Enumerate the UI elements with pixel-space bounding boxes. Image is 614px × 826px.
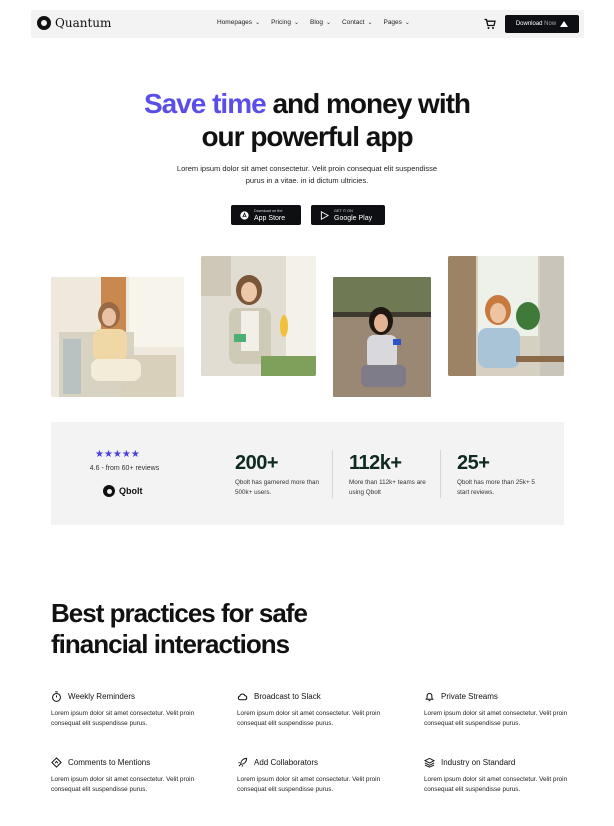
photo-woman-kitchen xyxy=(201,256,316,376)
google-play-button[interactable]: GET IT ON Google Play xyxy=(311,205,385,225)
feature-desc: Lorem ipsum dolor sit amet consectetur. … xyxy=(424,776,568,793)
logo-icon xyxy=(37,16,51,30)
menu-label: Pages xyxy=(383,19,402,26)
stat-value-reviews: 25+ xyxy=(457,452,490,474)
section-title-line2: financial interactions xyxy=(51,629,290,659)
main-menu: Homepages ⌄ Pricing ⌄ Blog ⌄ Contact ⌄ Pages… xyxy=(217,19,421,26)
app-store-button[interactable]: Download on the App Store xyxy=(231,205,301,225)
chevron-down-icon: ⌄ xyxy=(326,20,332,26)
chevron-down-icon: ⌄ xyxy=(255,20,261,26)
menu-item-contact[interactable]: Contact ⌄ xyxy=(342,19,372,26)
menu-item-blog[interactable]: Blog ⌄ xyxy=(310,19,331,26)
feature-desc: Lorem ipsum dolor sit amet consectetur. … xyxy=(51,776,195,793)
download-icon xyxy=(560,21,569,27)
diamond-icon xyxy=(51,757,62,768)
stat-value-teams: 112k+ xyxy=(349,452,402,474)
stat-desc-reviews: Qbolt has more than 25k+ 5 start reviews… xyxy=(457,479,535,496)
bell-icon xyxy=(425,692,434,702)
logo-text: Quantum xyxy=(55,16,112,30)
menu-item-pages[interactable]: Pages ⌄ xyxy=(383,19,409,26)
hero-title-line1: Save time and money with xyxy=(0,87,614,120)
menu-label: Homepages xyxy=(217,19,253,26)
cart-icon[interactable] xyxy=(484,18,496,30)
feature-weekly-reminders: Weekly Reminders Lorem ipsum dolor sit a… xyxy=(51,691,201,729)
feature-title: Add Collaborators xyxy=(254,758,319,767)
qbolt-brand: Qbolt xyxy=(103,485,143,497)
cloud-icon xyxy=(237,693,248,701)
chevron-down-icon: ⌄ xyxy=(404,20,410,26)
feature-title: Broadcast to Slack xyxy=(254,692,321,701)
chevron-down-icon: ⌄ xyxy=(367,20,373,26)
photo-woman-armchair xyxy=(51,277,184,397)
app-store-icon xyxy=(240,210,249,220)
photo-woman-laughing-window xyxy=(448,256,564,376)
logo[interactable]: Quantum xyxy=(37,16,111,30)
chevron-down-icon: ⌄ xyxy=(293,20,299,26)
feature-title: Private Streams xyxy=(441,692,498,701)
feature-private-streams: Private Streams Lorem ipsum dolor sit am… xyxy=(424,691,574,729)
download-now-button[interactable]: Download Now xyxy=(505,15,579,33)
feature-title: Industry on Standard xyxy=(441,758,516,767)
stat-desc-teams: More than 112k+ teams are using Qbolt xyxy=(349,479,426,496)
google-play-label: Google Play xyxy=(334,215,373,222)
rocket-icon xyxy=(238,757,248,767)
feature-desc: Lorem ipsum dolor sit amet consectetur. … xyxy=(237,776,381,793)
feature-desc: Lorem ipsum dolor sit amet consectetur. … xyxy=(237,710,381,727)
stopwatch-icon xyxy=(52,691,61,702)
hero-title-line2: our powerful app xyxy=(201,121,413,152)
layers-icon xyxy=(424,757,435,768)
google-play-icon xyxy=(320,210,329,220)
feature-desc: Lorem ipsum dolor sit amet consectetur. … xyxy=(424,710,568,727)
qbolt-text: Qbolt xyxy=(119,486,143,496)
menu-label: Blog xyxy=(310,19,324,26)
stat-desc-users: Qbolt has garnered more than 500k+ users… xyxy=(235,479,320,496)
feature-desc: Lorem ipsum dolor sit amet consectetur. … xyxy=(51,710,195,727)
app-store-small: Download on the xyxy=(254,209,283,213)
menu-label: Contact xyxy=(342,19,365,26)
hero-title-rest: and money with xyxy=(265,88,471,119)
menu-item-homepages[interactable]: Homepages ⌄ xyxy=(217,19,260,26)
stat-value-users: 200+ xyxy=(235,452,279,474)
stat-divider xyxy=(440,450,441,498)
photo-woman-sofa-phone xyxy=(333,277,431,397)
menu-item-pricing[interactable]: Pricing ⌄ xyxy=(271,19,299,26)
review-summary: 4.6 - from 60+ reviews xyxy=(89,465,160,472)
top-navbar: Quantum Homepages ⌄ Pricing ⌄ Blog ⌄ Contac… xyxy=(31,10,584,38)
section-title-line1: Best practices for safe xyxy=(51,598,308,628)
app-store-label: App Store xyxy=(254,215,286,222)
feature-comments-mentions: Comments to Mentions Lorem ipsum dolor s… xyxy=(51,757,201,795)
stat-divider xyxy=(332,450,333,498)
google-play-small: GET IT ON xyxy=(334,209,353,213)
feature-title: Weekly Reminders xyxy=(68,692,135,701)
hero-title-accent: Save time xyxy=(143,88,267,119)
feature-add-collaborators: Add Collaborators Lorem ipsum dolor sit … xyxy=(237,757,387,795)
menu-label: Pricing xyxy=(271,19,291,26)
feature-broadcast-slack: Broadcast to Slack Lorem ipsum dolor sit… xyxy=(237,691,387,729)
feature-industry-standard: Industry on Standard Lorem ipsum dolor s… xyxy=(424,757,574,795)
download-label: Download Now xyxy=(515,21,557,27)
qbolt-logo-icon xyxy=(103,485,115,497)
feature-title: Comments to Mentions xyxy=(68,758,151,767)
rating-stars: ★★★★★ xyxy=(95,449,140,460)
hero-subtitle: Lorem ipsum dolor sit amet consectetur. … xyxy=(176,164,438,185)
